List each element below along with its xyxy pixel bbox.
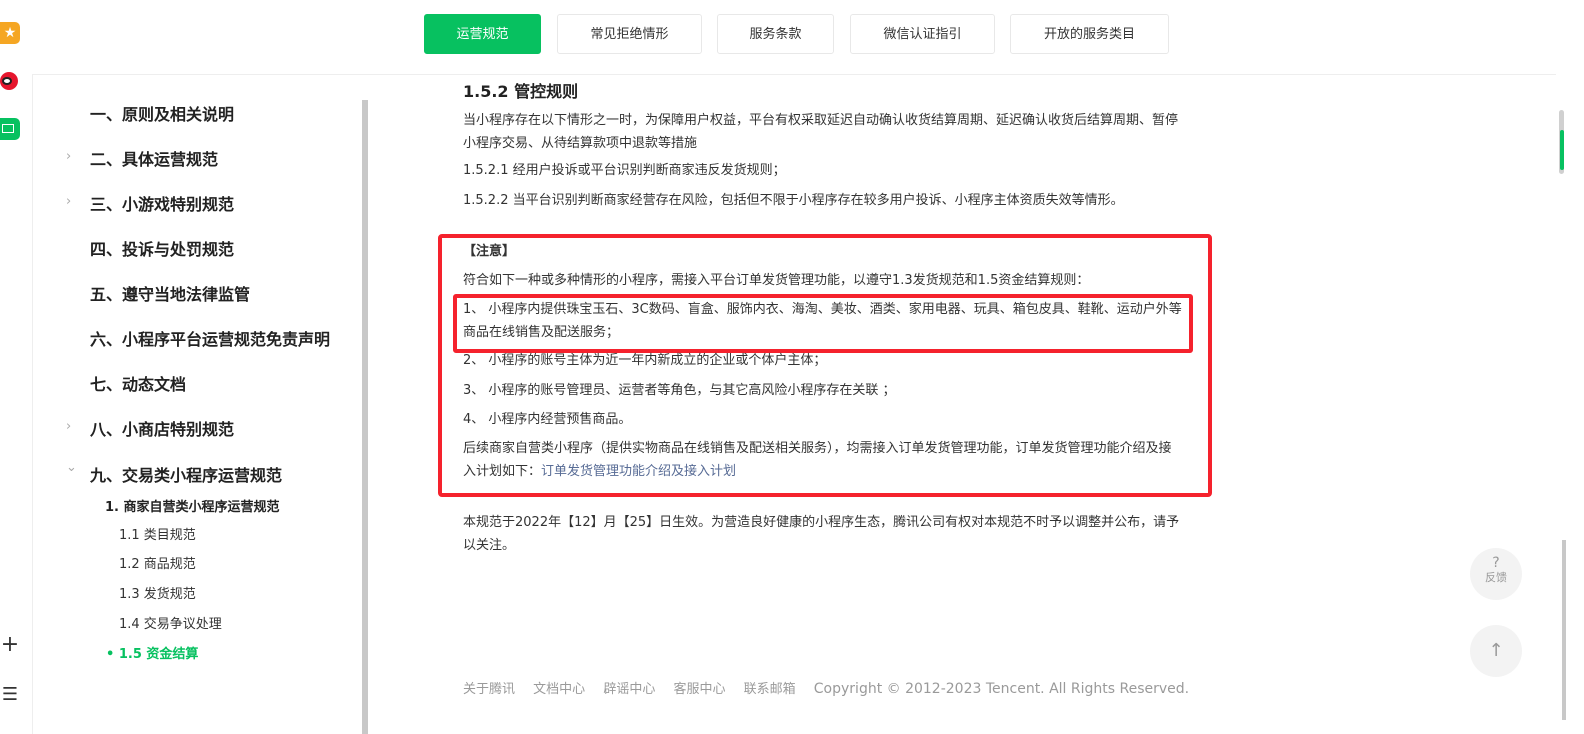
sidebar-subitem-self-run[interactable]: 1. 商家自营类小程序运营规范 [105, 496, 280, 515]
sidebar-subitem[interactable]: 1.3 发货规范 [119, 583, 196, 602]
sidebar-item-principles[interactable]: 一、原则及相关说明 [90, 101, 234, 125]
star-icon[interactable]: ★ [0, 22, 20, 44]
sidebar-item-transaction[interactable]: 九、交易类小程序运营规范 [90, 462, 282, 486]
tab-operation-rules[interactable]: 运营规范 [424, 14, 541, 54]
intro-paragraph: 当小程序存在以下情形之一时，为保障用户权益，平台有权采取延迟自动确认收货结算周期… [463, 113, 1179, 151]
sidebar-item-specific-rules[interactable]: 二、具体运营规范 [90, 146, 218, 170]
sidebar-item-disclaimer[interactable]: 六、小程序平台运营规范免责声明 [90, 326, 330, 350]
scrollbar-track[interactable] [1562, 540, 1566, 720]
sidebar-subitem[interactable]: 1.2 商品规范 [119, 553, 196, 572]
question-icon: ? [1492, 555, 1500, 571]
sidebar-item-dynamic-docs[interactable]: 七、动态文档 [90, 371, 186, 395]
notice-item: 2、 小程序的账号主体为近一年内新成立的企业或个体户主体； [463, 353, 827, 368]
footer-link[interactable]: 联系邮箱 [744, 682, 796, 697]
notice-title: 【注意】 [463, 244, 516, 259]
sidebar-item-mini-shop[interactable]: 八、小商店特别规范 [90, 416, 234, 440]
follow-link[interactable]: 订单发货管理功能介绍及接入计划 [541, 464, 736, 479]
chevron-down-icon[interactable]: ⌄ [66, 460, 77, 475]
tab-service-categories[interactable]: 开放的服务类目 [1010, 14, 1169, 54]
footer-link[interactable]: 文档中心 [533, 682, 585, 697]
mail-icon[interactable] [0, 118, 20, 140]
scroll-indicator [1560, 130, 1564, 170]
section-heading: 1.5.2 管控规则 [463, 82, 579, 101]
sidebar-item-complaints[interactable]: 四、投诉与处罚规范 [90, 236, 234, 260]
footer-link[interactable]: 辟谣中心 [603, 682, 655, 697]
sidebar-subitem[interactable]: 1.1 类目规范 [119, 524, 196, 543]
sidebar-divider [362, 100, 368, 734]
chevron-right-icon[interactable]: › [66, 149, 71, 164]
notice-item: 4、 小程序内经营预售商品。 [463, 412, 632, 427]
sidebar-item-local-law[interactable]: 五、遵守当地法律监管 [90, 281, 250, 305]
arrow-up-icon: ↑ [1488, 640, 1504, 661]
feedback-button[interactable]: ? 反馈 [1470, 548, 1522, 600]
tab-terms[interactable]: 服务条款 [717, 14, 834, 54]
follow-paragraph: 后续商家自营类小程序（提供实物商品在线销售及配送相关服务），均需接入订单发货管理… [463, 437, 1183, 483]
notice-intro: 符合如下一种或多种情形的小程序，需接入平台订单发货管理功能，以遵守1.3发货规范… [463, 273, 1090, 288]
feedback-label: 反馈 [1485, 571, 1507, 584]
tab-wechat-auth[interactable]: 微信认证指引 [850, 14, 995, 54]
sidebar-subitem[interactable]: 1.4 交易争议处理 [119, 613, 222, 632]
chevron-right-icon[interactable]: › [66, 194, 71, 209]
sidebar-item-minigame[interactable]: 三、小游戏特别规范 [90, 191, 234, 215]
rule-text: 1.5.2.1 经用户投诉或平台识别判断商家违反发货规则； [463, 163, 786, 178]
add-icon[interactable]: + [0, 632, 20, 657]
notice-item: 3、 小程序的账号管理员、运营者等角色，与其它高风险小程序存在关联 ； [463, 383, 896, 398]
browser-sidebar: ★ + ☰ [0, 0, 33, 734]
copyright: Copyright © 2012-2023 Tencent. All Right… [813, 681, 1190, 697]
tab-common-rejections[interactable]: 常见拒绝情形 [557, 14, 702, 54]
top-nav: 运营规范 常见拒绝情形 服务条款 微信认证指引 开放的服务类目 [32, 0, 1556, 75]
back-to-top-button[interactable]: ↑ [1470, 625, 1522, 677]
footer-link[interactable]: 关于腾讯 [463, 682, 515, 697]
list-icon[interactable]: ☰ [0, 684, 20, 705]
footer-link[interactable]: 客服中心 [673, 682, 725, 697]
rule-text: 1.5.2.2 当平台识别判断商家经营存在风险，包括但不限于小程序存在较多用户投… [463, 193, 1124, 208]
notice-item: 1、 小程序内提供珠宝玉石、3C数码、盲盒、服饰内衣、海淘、美妆、酒类、家用电器… [463, 302, 1182, 340]
effective-paragraph: 本规范于2022年【12】月【25】日生效。为营造良好健康的小程序生态，腾讯公司… [463, 515, 1180, 553]
sidebar-subitem-active[interactable]: • 1.5 资金结算 [106, 643, 198, 662]
chevron-right-icon[interactable]: › [66, 419, 71, 434]
footer: 关于腾讯 文档中心 辟谣中心 客服中心 联系邮箱 Copyright © 201… [463, 678, 1203, 697]
weibo-icon[interactable] [0, 70, 20, 92]
